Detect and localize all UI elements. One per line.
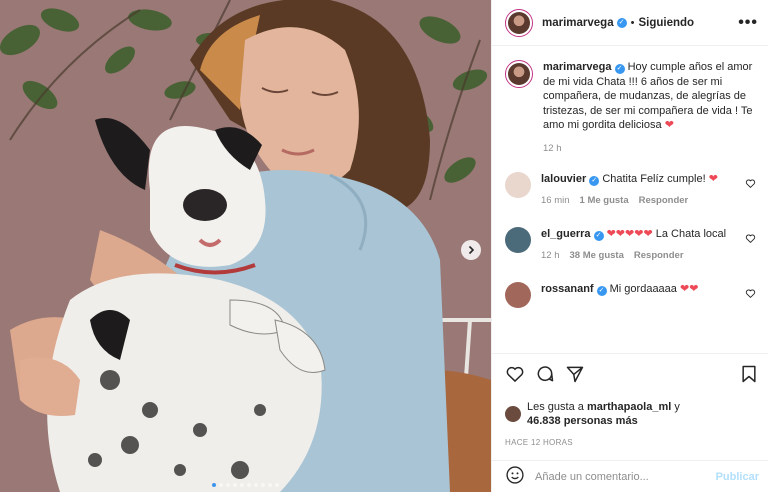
post-side-panel: marimarvega ✓ • Siguiendo ••• marimarveg…	[491, 0, 768, 492]
heart-emoji: ❤	[708, 172, 718, 185]
instagram-post-view: marimarvega ✓ • Siguiendo ••• marimarveg…	[0, 0, 768, 492]
carousel-dot	[233, 483, 237, 487]
carousel-dot	[219, 483, 223, 487]
comment-row: el_guerra ✓ ❤❤❤❤❤ La Chata local 12 h 38 M…	[505, 226, 756, 264]
comment-text: La Chata local	[655, 227, 727, 240]
verified-badge-icon: ✓	[589, 175, 600, 186]
smiley-icon[interactable]	[505, 465, 525, 488]
carousel-indicator	[0, 483, 491, 487]
comment-body: rossananf ✓ Mi gordaaaaa ❤❤	[541, 282, 712, 319]
add-comment-bar: Añade un comentario... Publicar	[492, 460, 768, 492]
post-photo[interactable]	[0, 0, 491, 492]
likes-summary: Les gusta a marthapaola_ml y 46.838 pers…	[505, 400, 759, 428]
comment-meta	[541, 304, 698, 319]
add-comment-input[interactable]: Añade un comentario...	[535, 471, 716, 483]
verified-badge-icon: ✓	[596, 285, 607, 296]
heart-outline-icon[interactable]	[745, 233, 756, 244]
post-actions: Les gusta a marthapaola_ml y 46.838 pers…	[492, 353, 768, 447]
comment-time: 12 h	[541, 250, 560, 261]
carousel-dot	[268, 483, 272, 487]
commenter-avatar[interactable]	[505, 281, 531, 308]
header-separator: •	[630, 16, 635, 29]
comments-list[interactable]: marimarvega ✓ Hoy cumple años el amor de …	[492, 46, 768, 346]
comment-meta: 16 min 1 Me gusta Responder	[541, 194, 718, 209]
post-header: marimarvega ✓ • Siguiendo •••	[492, 0, 768, 46]
carousel-dot	[247, 483, 251, 487]
more-options-icon[interactable]: •••	[738, 14, 758, 32]
likes-count[interactable]: 46.838 personas más	[527, 415, 638, 427]
bookmark-icon[interactable]	[739, 364, 759, 384]
comment-time: 16 min	[541, 195, 570, 206]
carousel-dot	[226, 483, 230, 487]
commenter-avatar[interactable]	[505, 171, 531, 198]
caption-avatar[interactable]	[505, 60, 533, 88]
comment-bubble-icon[interactable]	[535, 364, 555, 384]
heart-emoji: ❤❤	[679, 282, 699, 295]
heart-outline-icon[interactable]	[745, 178, 756, 189]
heart-emoji: ❤❤❤❤❤	[606, 227, 653, 240]
carousel-dot	[261, 483, 265, 487]
author-username[interactable]: marimarvega	[542, 17, 614, 29]
carousel-dot	[275, 483, 279, 487]
action-icons	[505, 362, 759, 386]
publish-button[interactable]: Publicar	[716, 471, 759, 483]
liker-avatar[interactable]	[505, 406, 521, 422]
post-caption: marimarvega ✓ Hoy cumple años el amor de …	[505, 60, 756, 133]
commenter-avatar[interactable]	[505, 226, 531, 253]
verified-badge-icon: ✓	[593, 230, 604, 241]
paper-plane-icon[interactable]	[565, 364, 585, 384]
commenter-username[interactable]: rossananf	[541, 283, 594, 295]
liker-username[interactable]: marthapaola_ml	[587, 401, 671, 413]
comment-body: lalouvier ✓ Chatita Felíz cumple! ❤ 16 min…	[541, 172, 732, 209]
commenter-username[interactable]: lalouvier	[541, 173, 586, 185]
heart-emoji: ❤	[664, 119, 674, 131]
follow-status-button[interactable]: Siguiendo	[638, 17, 694, 29]
next-photo-button[interactable]	[461, 240, 481, 260]
comment-text: Chatita Felíz cumple!	[602, 172, 706, 185]
carousel-dot	[254, 483, 258, 487]
verified-badge-icon: ✓	[614, 64, 625, 74]
comment-meta: 12 h 38 Me gusta Responder	[541, 249, 726, 264]
heart-outline-icon[interactable]	[505, 364, 525, 384]
chevron-right-icon	[468, 245, 475, 255]
caption-text-block: marimarvega ✓ Hoy cumple años el amor de …	[543, 60, 756, 133]
caption-time: 12 h	[543, 142, 562, 154]
photo-scene	[0, 0, 491, 492]
comment-likes[interactable]: 38 Me gusta	[570, 250, 624, 261]
comment-body: el_guerra ✓ ❤❤❤❤❤ La Chata local 12 h 38 M…	[541, 227, 740, 264]
comment-text: Mi gordaaaaa	[609, 282, 677, 295]
heart-outline-icon[interactable]	[745, 288, 756, 299]
comment-row: lalouvier ✓ Chatita Felíz cumple! ❤ 16 min…	[505, 171, 756, 209]
likes-prefix: Les gusta a	[527, 401, 584, 413]
reply-button[interactable]: Responder	[634, 250, 684, 261]
author-avatar[interactable]	[505, 8, 533, 37]
carousel-dot	[212, 483, 216, 487]
likes-middle: y	[674, 401, 680, 413]
carousel-dot	[240, 483, 244, 487]
comment-likes[interactable]: 1 Me gusta	[580, 195, 629, 206]
caption-username[interactable]: marimarvega	[543, 61, 612, 73]
likes-text: Les gusta a marthapaola_ml y 46.838 pers…	[527, 400, 680, 428]
commenter-username[interactable]: el_guerra	[541, 228, 591, 240]
posted-ago: HACE 12 HORAS	[505, 438, 573, 447]
reply-button[interactable]: Responder	[639, 195, 689, 206]
verified-badge-icon: ✓	[616, 17, 627, 28]
comment-row: rossananf ✓ Mi gordaaaaa ❤❤	[505, 281, 756, 319]
